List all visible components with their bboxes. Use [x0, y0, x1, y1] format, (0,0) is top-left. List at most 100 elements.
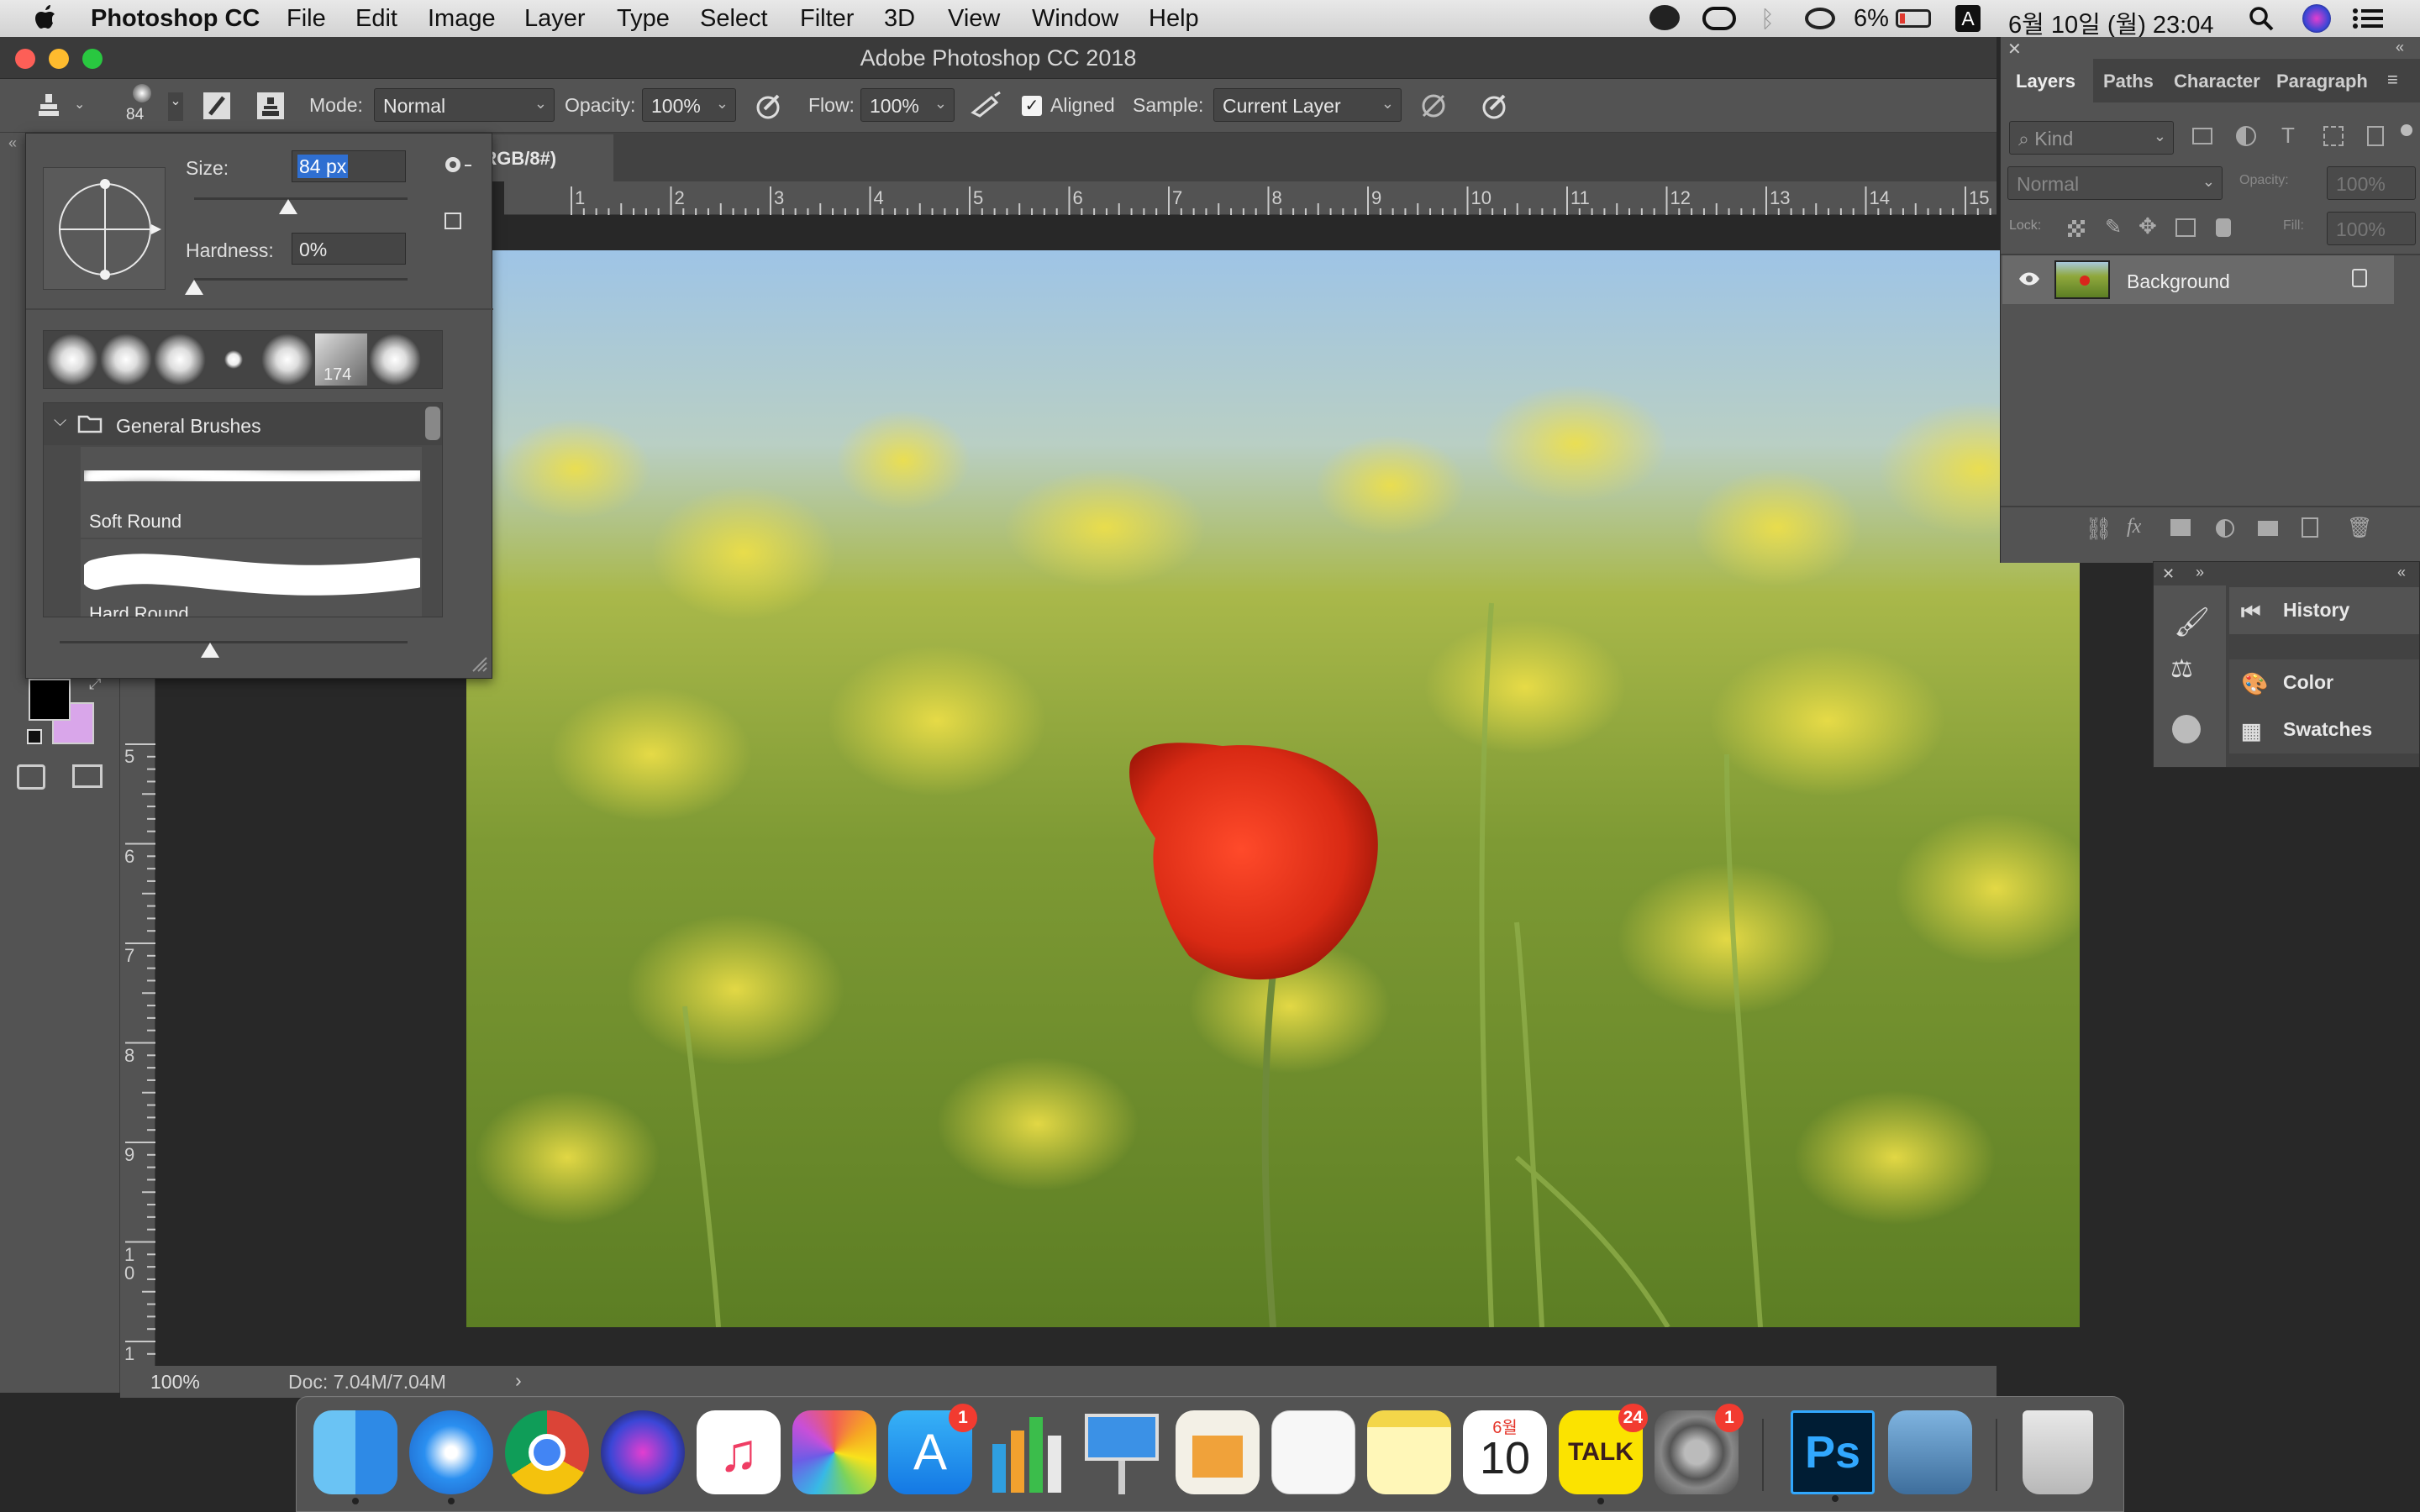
- eye-visibility-icon[interactable]: [2018, 270, 2041, 287]
- blend-mode-dropdown[interactable]: Normal ⌄: [2007, 166, 2223, 200]
- layer-filter-dropdown[interactable]: ⌕ Kind ⌄: [2009, 121, 2174, 155]
- foreground-color-swatch-top[interactable]: [29, 679, 71, 721]
- creative-cloud-badge-icon[interactable]: [1649, 5, 1680, 30]
- size-slider-thumb[interactable]: [278, 199, 297, 214]
- aligned-checkbox[interactable]: ✓: [1022, 96, 1042, 116]
- panel-menu-icon[interactable]: ≡: [2387, 69, 2398, 91]
- expand-panels-icon-right[interactable]: «: [2397, 564, 2406, 581]
- expand-panels-icon[interactable]: »: [2196, 564, 2204, 581]
- hardness-slider-thumb[interactable]: [185, 280, 203, 295]
- clone-source-icon[interactable]: ⚖: [2170, 654, 2193, 684]
- brush-picker-chevron-icon[interactable]: ⌄: [168, 92, 183, 121]
- layer-lock-icon[interactable]: [2352, 269, 2367, 287]
- clone-stamp-tool-icon[interactable]: [34, 91, 64, 121]
- mode-dropdown[interactable]: Normal ⌄: [374, 88, 555, 122]
- hardness-input[interactable]: 0%: [292, 233, 406, 265]
- resize-grip-icon[interactable]: [470, 654, 488, 673]
- menu-type[interactable]: Type: [617, 5, 670, 33]
- status-menu-chevron-icon[interactable]: ›: [515, 1369, 522, 1392]
- app-menu[interactable]: Photoshop CC: [91, 5, 260, 33]
- tab-paths[interactable]: Paths: [2095, 59, 2167, 102]
- recent-brush-textured[interactable]: 174: [315, 333, 367, 386]
- brush-angle-preview[interactable]: [43, 167, 166, 290]
- chrome-app[interactable]: [505, 1410, 589, 1494]
- tool-preset-chevron-icon[interactable]: ⌄: [74, 96, 85, 113]
- smart-object-filter-icon[interactable]: [2367, 126, 2384, 146]
- zoom-level[interactable]: 100%: [150, 1371, 200, 1394]
- collapse-panel-icon[interactable]: «: [2396, 39, 2404, 56]
- photos-app[interactable]: [792, 1410, 876, 1494]
- filter-toggle-switch[interactable]: [2401, 124, 2412, 136]
- document-image[interactable]: [466, 250, 2080, 1327]
- layer-row-background[interactable]: Background: [2002, 255, 2394, 304]
- screen-mode-icon[interactable]: [72, 764, 103, 788]
- brush-item-hard-round[interactable]: Hard Round: [81, 539, 422, 617]
- menu-layer[interactable]: Layer: [524, 5, 586, 33]
- document-info[interactable]: Doc: 7.04M/7.04M: [288, 1371, 446, 1394]
- ignore-adjustment-layers-icon[interactable]: [1418, 91, 1449, 121]
- menu-file[interactable]: File: [287, 5, 326, 33]
- siri-app[interactable]: [601, 1410, 685, 1494]
- brush-group-header[interactable]: ⌵ General Brushes: [44, 403, 442, 445]
- quick-mask-icon[interactable]: [17, 764, 45, 790]
- brush-preview-icon[interactable]: [133, 84, 151, 102]
- menu-3d[interactable]: 3D: [884, 5, 915, 33]
- picker-settings-gear-icon[interactable]: [441, 152, 475, 177]
- pages-app[interactable]: [1176, 1410, 1260, 1494]
- app-store-app[interactable]: A1: [888, 1404, 977, 1494]
- notes-app[interactable]: [1367, 1410, 1451, 1494]
- hardness-slider-track[interactable]: [194, 278, 408, 281]
- new-layer-icon[interactable]: [2302, 517, 2318, 538]
- tab-paragraph[interactable]: Paragraph: [2271, 59, 2369, 102]
- airbrush-icon[interactable]: [970, 91, 1003, 121]
- close-panel-icon[interactable]: ✕: [2162, 565, 2175, 583]
- history-panel-button[interactable]: ⏮ History: [2229, 587, 2419, 634]
- preview-size-slider-track[interactable]: [60, 641, 408, 643]
- brush-item-soft-round[interactable]: Soft Round: [81, 447, 422, 538]
- zoom-window-button[interactable]: [82, 49, 103, 69]
- opacity-field[interactable]: 100% ⌄: [642, 88, 736, 122]
- lock-all-icon[interactable]: [2216, 218, 2231, 237]
- horizontal-ruler[interactable]: 1 2 3 4 5 6 7 8 9 10 11 12 13 14 15: [504, 181, 1996, 215]
- disclosure-chevron-icon[interactable]: ⌵: [54, 412, 66, 431]
- recent-brush-soft-5[interactable]: [369, 333, 421, 386]
- add-mask-icon[interactable]: [2170, 519, 2191, 536]
- link-layers-icon[interactable]: ⛓: [2085, 516, 2112, 542]
- preview-size-slider-thumb[interactable]: [201, 643, 219, 658]
- pressure-size-icon[interactable]: [1479, 91, 1509, 121]
- finder-app[interactable]: [313, 1410, 397, 1504]
- input-source-indicator[interactable]: A: [1955, 5, 1981, 32]
- spotlight-search-icon[interactable]: [2249, 6, 2274, 31]
- notification-center-icon[interactable]: [2353, 8, 2383, 29]
- recent-brush-small[interactable]: [208, 333, 260, 386]
- color-panel-button[interactable]: 🎨 Color: [2229, 659, 2419, 706]
- layer-effects-icon[interactable]: fx: [2127, 516, 2141, 538]
- preview-app[interactable]: [1888, 1410, 1972, 1494]
- safari-app[interactable]: [409, 1410, 493, 1504]
- recent-brush-soft-4[interactable]: [261, 333, 313, 386]
- collapse-toolbar-icon[interactable]: «: [8, 134, 17, 152]
- fill-field[interactable]: 100%: [2327, 212, 2416, 245]
- flow-field[interactable]: 100% ⌄: [860, 88, 955, 122]
- swatches-panel-button[interactable]: ▦ Swatches: [2229, 706, 2419, 753]
- lock-image-pixels-icon[interactable]: ✎: [2105, 215, 2122, 239]
- keynote-app[interactable]: [1080, 1410, 1164, 1494]
- menu-view[interactable]: View: [948, 5, 1000, 33]
- photoshop-app[interactable]: Ps: [1791, 1410, 1875, 1502]
- default-colors-icon[interactable]: [27, 729, 42, 744]
- clone-source-panel-icon[interactable]: [255, 91, 286, 121]
- lock-position-icon[interactable]: ✥: [2139, 213, 2157, 239]
- siri-icon[interactable]: [2302, 4, 2331, 33]
- textedit-app[interactable]: [1271, 1410, 1355, 1494]
- numbers-app[interactable]: [984, 1410, 1068, 1494]
- tab-layers[interactable]: Layers: [2001, 59, 2093, 102]
- layer-name[interactable]: Background: [2127, 270, 2230, 293]
- shape-layer-filter-icon[interactable]: [2323, 126, 2344, 146]
- brush-size-value[interactable]: 84: [126, 106, 144, 124]
- tab-character[interactable]: Character: [2167, 59, 2271, 102]
- creative-cloud-icon[interactable]: [1702, 7, 1736, 30]
- lock-transparent-pixels-icon[interactable]: [2068, 220, 2085, 237]
- recent-brush-soft-3[interactable]: [154, 333, 206, 386]
- menu-select[interactable]: Select: [700, 5, 768, 33]
- lock-artboard-icon[interactable]: [2175, 218, 2196, 237]
